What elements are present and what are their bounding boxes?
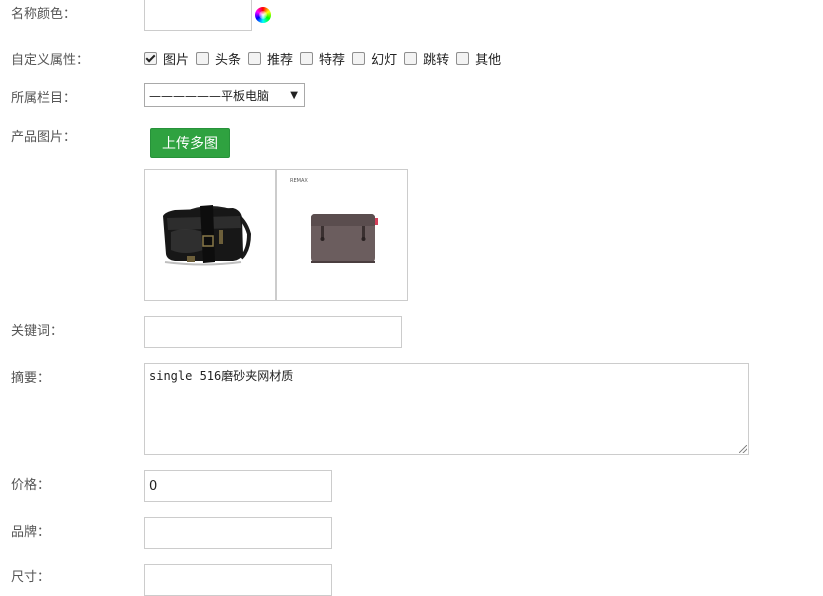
brand-input[interactable] [144,517,332,549]
upload-images-button[interactable]: 上传多图 [150,128,230,158]
color-wheel-icon[interactable] [255,7,271,23]
checkbox-jump[interactable] [404,52,418,65]
resize-handle-icon[interactable] [739,445,747,453]
color-label: 名称颜色： [11,7,77,22]
summary-textarea[interactable]: single 516磨砂夹网材质 [144,363,749,455]
summary-label: 摘要： [11,371,51,386]
keywords-input[interactable] [144,316,402,348]
attribute-special[interactable]: 特荐 [300,49,345,68]
attribute-recommend[interactable]: 推荐 [248,49,293,68]
checkbox-image[interactable] [144,52,157,65]
checkbox-other[interactable] [456,52,470,65]
attribute-label: 跳转 [423,53,450,68]
checkbox-headline[interactable] [196,52,210,65]
price-label: 价格： [11,478,51,493]
attribute-label: 幻灯 [371,53,398,68]
attribute-label: 头条 [215,53,242,68]
brand-label: 品牌： [11,525,51,540]
attributes-group: 图片 头条 推荐 特荐 幻灯 跳转 其他 [144,49,508,68]
summary-text: single 516磨砂夹网材质 [149,369,294,383]
category-select[interactable]: ——————平板电脑 ▼ [144,83,305,107]
product-image-thumbnail[interactable]: REMAX [276,169,408,301]
caret-down-icon: ▼ [290,89,298,101]
next-field-label: 尺寸： [11,570,51,585]
next-field-input[interactable] [144,564,332,596]
category-label: 所属栏目： [11,91,77,106]
images-label: 产品图片： [11,130,77,145]
attribute-label: 图片 [163,53,190,68]
price-input[interactable]: 0 [144,470,332,502]
attribute-label: 特荐 [319,53,346,68]
checkbox-special[interactable] [300,52,314,65]
keywords-label: 关键词： [11,324,64,339]
checkbox-recommend[interactable] [248,52,262,65]
attribute-jump[interactable]: 跳转 [404,49,449,68]
gray-tablet-sleeve-image [311,214,378,263]
attributes-label: 自定义属性： [11,53,90,68]
product-image-thumbnail[interactable] [144,169,276,301]
category-select-value: ——————平板电脑 [149,88,270,103]
color-input[interactable] [144,0,252,31]
attribute-label: 推荐 [267,53,294,68]
attribute-label: 其他 [475,53,502,68]
checkbox-slide[interactable] [352,52,366,65]
attribute-slide[interactable]: 幻灯 [352,49,397,68]
attribute-image[interactable]: 图片 [144,49,189,68]
thumbnail-brand-text: REMAX [290,178,308,184]
black-messenger-bag-image [163,205,252,266]
attribute-headline[interactable]: 头条 [196,49,241,68]
attribute-other[interactable]: 其他 [456,49,501,68]
